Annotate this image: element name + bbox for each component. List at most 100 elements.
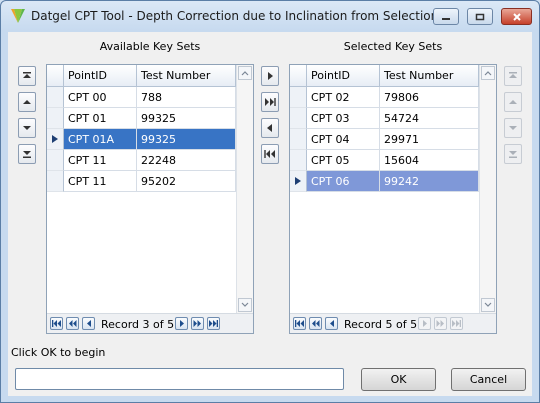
- last-record-button[interactable]: [207, 317, 220, 330]
- scroll-down-button[interactable]: [481, 298, 495, 312]
- test-number-cell[interactable]: 99325: [137, 108, 236, 129]
- table-row[interactable]: CPT 04 29971: [290, 129, 479, 150]
- current-row-icon: [295, 177, 301, 185]
- pointid-cell[interactable]: CPT 04: [307, 129, 380, 150]
- row-indicator[interactable]: [47, 129, 64, 150]
- column-header-test-number[interactable]: Test Number: [137, 65, 236, 87]
- table-row[interactable]: CPT 11 22248: [47, 150, 236, 171]
- ok-button[interactable]: OK: [361, 368, 436, 391]
- arrow-right-icon: [268, 72, 273, 80]
- scroll-up-button[interactable]: [238, 66, 252, 80]
- row-indicator[interactable]: [290, 129, 307, 150]
- row-indicator[interactable]: [290, 171, 307, 192]
- available-grid[interactable]: PointID Test Number CPT 00 788 CPT 01 99…: [46, 64, 254, 334]
- table-row-selected[interactable]: CPT 01A 99325: [47, 129, 236, 150]
- row-indicator[interactable]: [290, 150, 307, 171]
- next-record-icon: [179, 320, 184, 327]
- pointid-cell[interactable]: CPT 05: [307, 150, 380, 171]
- scroll-down-button[interactable]: [238, 298, 252, 312]
- next-page-button[interactable]: [191, 317, 204, 330]
- previous-record-button[interactable]: [325, 317, 338, 330]
- double-arrow-right-icon: [265, 98, 276, 106]
- arrow-down-icon: [23, 126, 31, 130]
- progress-bar: [15, 368, 344, 390]
- test-number-cell[interactable]: 79806: [380, 87, 479, 108]
- available-vertical-scrollbar[interactable]: [236, 65, 253, 315]
- move-to-bottom-button[interactable]: [504, 144, 522, 164]
- first-record-button[interactable]: [50, 317, 63, 330]
- move-up-button[interactable]: [504, 92, 522, 112]
- pointid-cell[interactable]: CPT 06: [307, 171, 380, 192]
- minimize-icon: [442, 17, 450, 20]
- record-counter: Record 3 of 5: [101, 318, 175, 331]
- table-row[interactable]: CPT 03 54724: [290, 108, 479, 129]
- move-to-top-button[interactable]: [18, 66, 36, 86]
- table-row[interactable]: CPT 05 15604: [290, 150, 479, 171]
- move-down-button[interactable]: [18, 118, 36, 138]
- selected-grid[interactable]: PointID Test Number CPT 02 79806 CPT 03 …: [289, 64, 497, 334]
- selected-grid-header: PointID Test Number: [290, 65, 479, 87]
- test-number-cell[interactable]: 54724: [380, 108, 479, 129]
- pointid-cell[interactable]: CPT 01: [64, 108, 137, 129]
- previous-record-button[interactable]: [82, 317, 95, 330]
- first-record-button[interactable]: [293, 317, 306, 330]
- last-record-icon: [209, 320, 218, 327]
- close-button[interactable]: [501, 8, 532, 25]
- test-number-cell[interactable]: 99325: [137, 129, 236, 150]
- table-row[interactable]: CPT 11 95202: [47, 171, 236, 192]
- maximize-button[interactable]: [467, 8, 493, 25]
- column-header-test-number[interactable]: Test Number: [380, 65, 479, 87]
- row-indicator[interactable]: [290, 87, 307, 108]
- next-page-button[interactable]: [434, 317, 447, 330]
- move-to-bottom-button[interactable]: [18, 144, 36, 164]
- minimize-button[interactable]: [433, 8, 459, 25]
- previous-page-icon: [69, 320, 77, 327]
- cancel-button[interactable]: Cancel: [451, 368, 526, 391]
- move-up-button[interactable]: [18, 92, 36, 112]
- selected-vertical-scrollbar[interactable]: [479, 65, 496, 315]
- row-indicator[interactable]: [47, 108, 64, 129]
- table-row[interactable]: CPT 00 788: [47, 87, 236, 108]
- test-number-cell[interactable]: 95202: [137, 171, 236, 192]
- title-bar[interactable]: Datgel CPT Tool - Depth Correction due t…: [1, 1, 539, 31]
- row-indicator[interactable]: [47, 171, 64, 192]
- add-selected-button[interactable]: [261, 66, 279, 86]
- maximize-icon: [475, 13, 485, 20]
- test-number-cell[interactable]: 22248: [137, 150, 236, 171]
- add-all-button[interactable]: [261, 92, 279, 112]
- next-record-button[interactable]: [175, 317, 188, 330]
- column-header-pointid[interactable]: PointID: [307, 65, 380, 87]
- remove-all-button[interactable]: [261, 144, 279, 164]
- table-row[interactable]: CPT 01 99325: [47, 108, 236, 129]
- row-indicator[interactable]: [290, 108, 307, 129]
- pointid-cell[interactable]: CPT 11: [64, 150, 137, 171]
- pointid-cell[interactable]: CPT 00: [64, 87, 137, 108]
- column-header-pointid[interactable]: PointID: [64, 65, 137, 87]
- move-top-icon: [23, 72, 31, 78]
- available-grid-title: Available Key Sets: [99, 40, 201, 53]
- last-record-button[interactable]: [450, 317, 463, 330]
- scroll-up-button[interactable]: [481, 66, 495, 80]
- last-record-icon: [452, 320, 461, 327]
- move-to-top-button[interactable]: [504, 66, 522, 86]
- selected-record-navigator: Record 5 of 5: [290, 313, 496, 333]
- previous-page-button[interactable]: [66, 317, 79, 330]
- move-down-button[interactable]: [504, 118, 522, 138]
- previous-page-button[interactable]: [309, 317, 322, 330]
- pointid-cell[interactable]: CPT 01A: [64, 129, 137, 150]
- row-indicator[interactable]: [47, 87, 64, 108]
- test-number-cell[interactable]: 29971: [380, 129, 479, 150]
- arrow-up-icon: [23, 100, 31, 104]
- next-record-button[interactable]: [418, 317, 431, 330]
- test-number-cell[interactable]: 99242: [380, 171, 479, 192]
- remove-selected-button[interactable]: [261, 118, 279, 138]
- table-row[interactable]: CPT 02 79806: [290, 87, 479, 108]
- previous-record-icon: [329, 320, 334, 327]
- pointid-cell[interactable]: CPT 02: [307, 87, 380, 108]
- row-indicator[interactable]: [47, 150, 64, 171]
- test-number-cell[interactable]: 15604: [380, 150, 479, 171]
- table-row-selected[interactable]: CPT 06 99242: [290, 171, 479, 192]
- test-number-cell[interactable]: 788: [137, 87, 236, 108]
- pointid-cell[interactable]: CPT 11: [64, 171, 137, 192]
- pointid-cell[interactable]: CPT 03: [307, 108, 380, 129]
